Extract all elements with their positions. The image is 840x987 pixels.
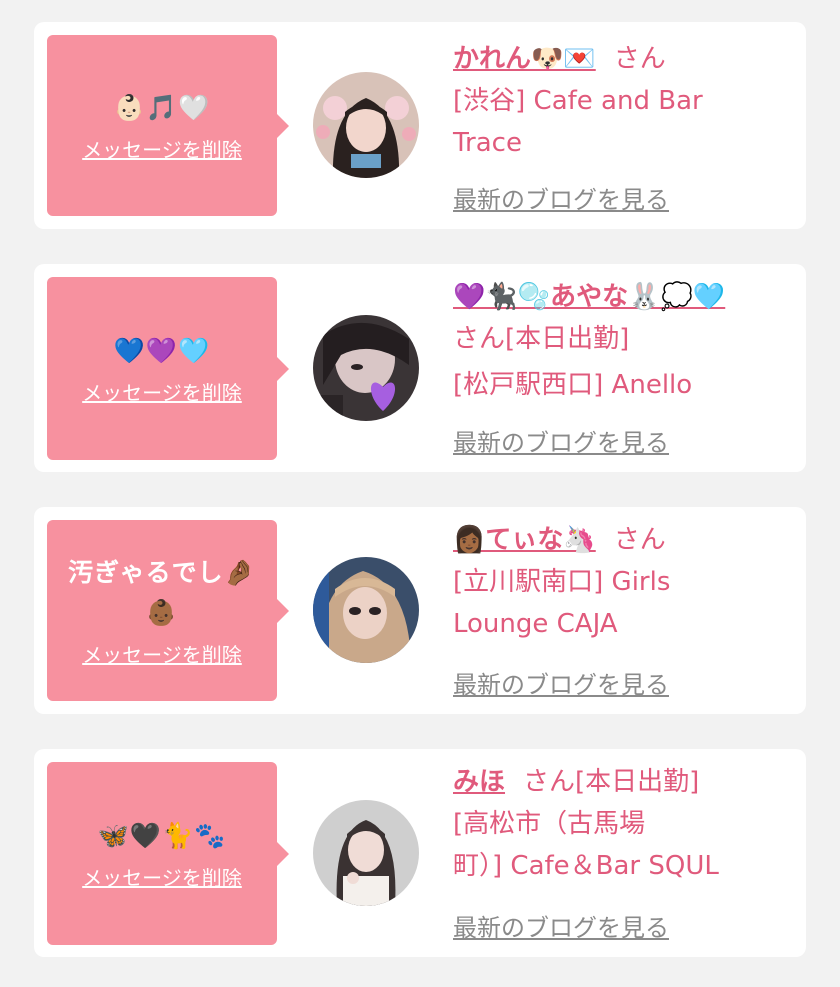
- delete-message-link[interactable]: メッセージを削除: [82, 377, 242, 406]
- shop-name: [高松市（古馬場: [453, 809, 646, 839]
- message-text: 汚ぎゃるでし🤌🏾: [68, 558, 256, 587]
- shop-name: [渋谷] Cafe and Bar: [453, 86, 703, 116]
- profile-photo-icon: [313, 557, 419, 663]
- message-bubble: 💙💜🩵 メッセージを削除: [47, 277, 289, 460]
- message-bubble: 🦋🖤🐈🐾 メッセージを削除: [47, 762, 289, 945]
- cast-info: みほ さん[本日出勤] [高松市（古馬場 町）] Cafe＆Bar SQUL: [453, 761, 793, 887]
- shop-name-cont: 町）] Cafe＆Bar SQUL: [453, 851, 719, 881]
- latest-blog-link[interactable]: 最新のブログを見る: [453, 423, 669, 458]
- avatar[interactable]: [313, 315, 419, 421]
- message-bubble: 👶🏻🎵🤍 メッセージを削除: [47, 35, 289, 216]
- cast-name-link[interactable]: みほ: [453, 767, 505, 797]
- honorific-status: さん[本日出勤]: [453, 324, 630, 354]
- message-card: 🦋🖤🐈🐾 メッセージを削除 みほ さん[本日出勤] [高松市（古馬場 町）] Ca…: [34, 749, 806, 957]
- message-text-line2: 👶🏾: [145, 598, 179, 627]
- honorific: さん: [613, 44, 666, 74]
- latest-blog-link[interactable]: 最新のブログを見る: [453, 908, 669, 943]
- message-text: 💙💜🩵: [113, 336, 211, 365]
- profile-photo-icon: [313, 800, 419, 906]
- honorific-status: さん[本日出勤]: [523, 767, 700, 797]
- delete-message-link[interactable]: メッセージを削除: [82, 639, 242, 668]
- shop-name-cont: Lounge CAJA: [453, 609, 618, 639]
- message-text: 🦋🖤🐈🐾: [97, 821, 227, 850]
- profile-photo-icon: [313, 72, 419, 178]
- cast-name-link[interactable]: 💜🐈‍⬛🫧あやな🐰💭🩵: [453, 282, 725, 312]
- avatar[interactable]: [313, 557, 419, 663]
- delete-message-link[interactable]: メッセージを削除: [82, 134, 242, 163]
- avatar[interactable]: [313, 800, 419, 906]
- delete-message-link[interactable]: メッセージを削除: [82, 862, 242, 891]
- avatar[interactable]: [313, 72, 419, 178]
- name-line: みほ さん[本日出勤]: [453, 761, 793, 803]
- message-card: 💙💜🩵 メッセージを削除 💜🐈‍⬛🫧あやな🐰💭🩵 さん[本日出勤] [松戸駅西口…: [34, 264, 806, 472]
- profile-photo-icon: [313, 315, 419, 421]
- name-line: 💜🐈‍⬛🫧あやな🐰💭🩵: [453, 276, 793, 318]
- shop-name: [松戸駅西口] Anello: [453, 370, 693, 400]
- cast-name-link[interactable]: かれん🐶💌: [453, 44, 596, 74]
- message-card: 👶🏻🎵🤍 メッセージを削除 かれん🐶💌 さん [渋谷] Cafe and Bar …: [34, 22, 806, 229]
- message-text: 👶🏻🎵🤍: [113, 93, 211, 122]
- name-line: かれん🐶💌 さん: [453, 38, 793, 80]
- cast-name-link[interactable]: 👩🏾てぃな🦄: [453, 525, 596, 555]
- message-bubble: 汚ぎゃるでし🤌🏾 👶🏾 メッセージを削除: [47, 520, 289, 701]
- honorific: さん: [613, 525, 666, 555]
- message-list: 👶🏻🎵🤍 メッセージを削除 かれん🐶💌 さん [渋谷] Cafe and Bar …: [0, 0, 840, 987]
- latest-blog-link[interactable]: 最新のブログを見る: [453, 180, 669, 215]
- message-card: 汚ぎゃるでし🤌🏾 👶🏾 メッセージを削除 👩🏾てぃな🦄 さん [立川駅南口] Gi…: [34, 507, 806, 714]
- shop-name: [立川駅南口] Girls: [453, 567, 671, 597]
- cast-info: かれん🐶💌 さん [渋谷] Cafe and Bar Trace: [453, 38, 793, 164]
- cast-info: 💜🐈‍⬛🫧あやな🐰💭🩵 さん[本日出勤] [松戸駅西口] Anello: [453, 276, 793, 406]
- name-line: 👩🏾てぃな🦄 さん: [453, 519, 793, 561]
- latest-blog-link[interactable]: 最新のブログを見る: [453, 665, 669, 700]
- shop-name-cont: Trace: [453, 128, 522, 158]
- cast-info: 👩🏾てぃな🦄 さん [立川駅南口] Girls Lounge CAJA: [453, 519, 793, 645]
